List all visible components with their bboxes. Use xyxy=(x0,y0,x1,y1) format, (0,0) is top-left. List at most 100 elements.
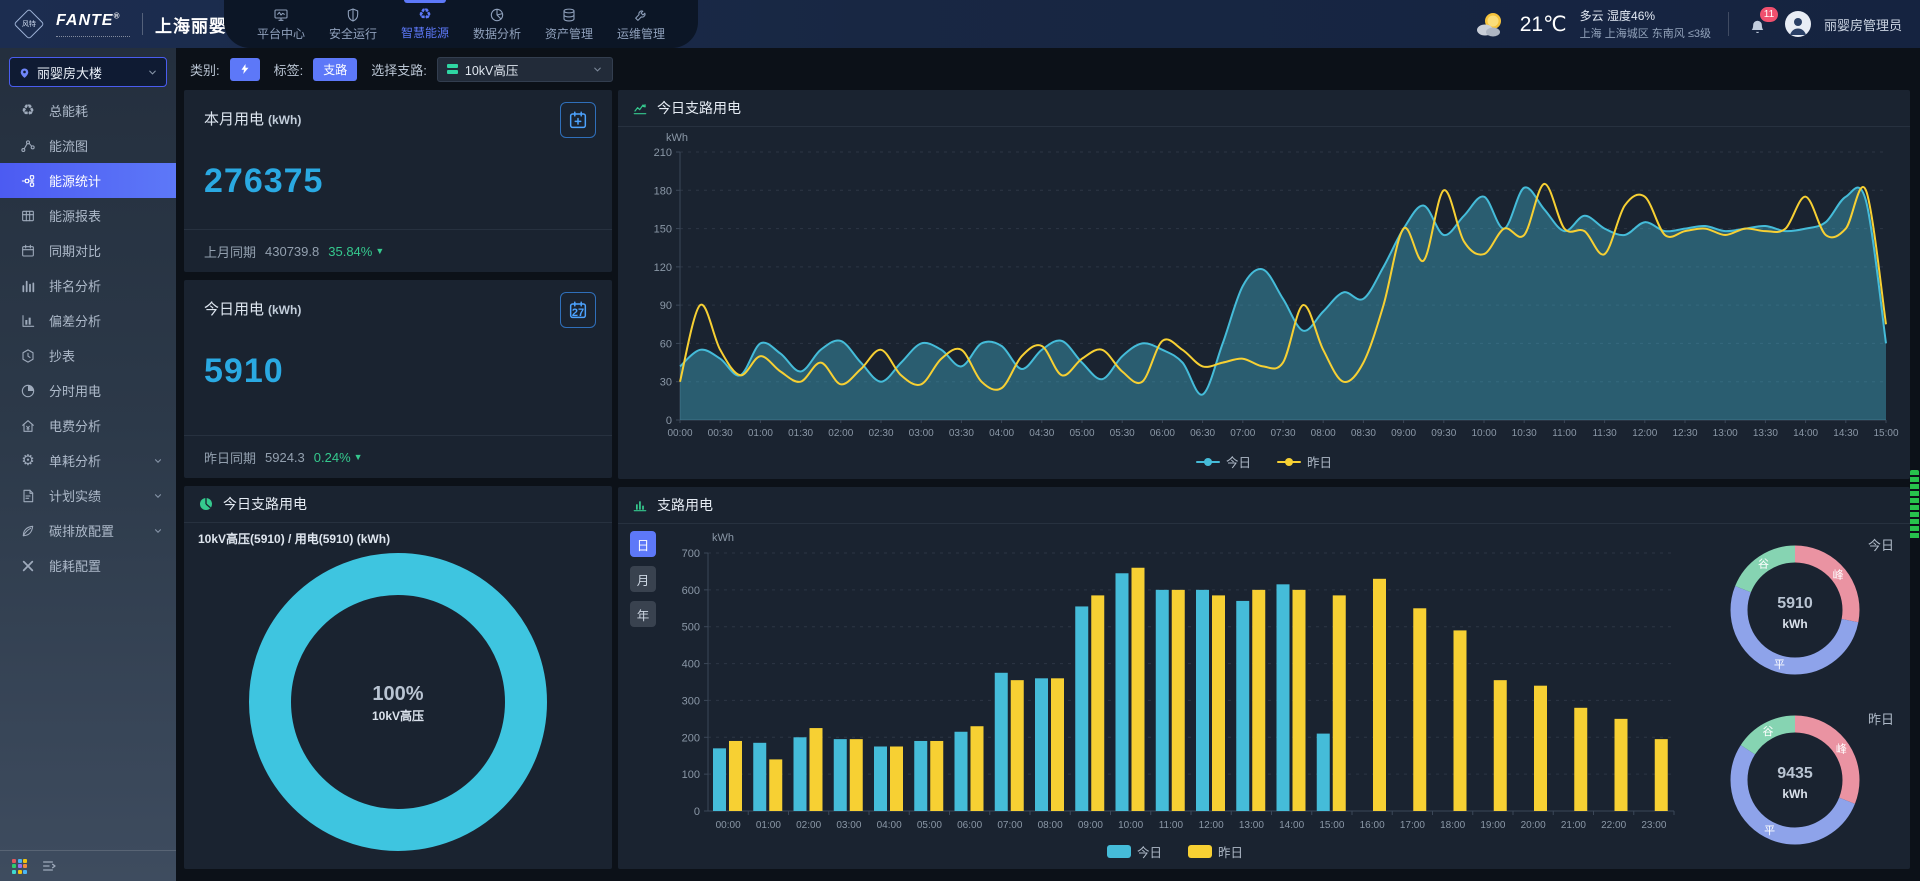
svg-text:700: 700 xyxy=(682,548,700,560)
deviation-icon xyxy=(20,313,36,329)
tag-label: 标签: xyxy=(274,60,304,79)
site-selector-value: 丽婴房大楼 xyxy=(37,63,102,82)
nav-item-label: 智慧能源 xyxy=(401,24,449,41)
apps-grid-icon[interactable] xyxy=(12,859,27,874)
period-toggle-年[interactable]: 年 xyxy=(630,601,656,627)
svg-text:05:30: 05:30 xyxy=(1110,428,1135,439)
svg-text:09:00: 09:00 xyxy=(1391,428,1416,439)
svg-text:400: 400 xyxy=(682,659,700,671)
sidebar-item-分时用电[interactable]: 分时用电 xyxy=(0,373,176,408)
location-pin-icon xyxy=(18,66,31,79)
sidebar-item-能源报表[interactable]: 能源报表 xyxy=(0,198,176,233)
svg-text:10kV高压: 10kV高压 xyxy=(372,708,424,723)
sidebar-item-能耗配置[interactable]: 能耗配置 xyxy=(0,548,176,583)
svg-text:11:00: 11:00 xyxy=(1159,820,1184,831)
legend-item-昨日[interactable]: 昨日 xyxy=(1277,452,1332,471)
tou-donut-yesterday: 峰平谷9435kWh xyxy=(1720,705,1870,860)
weather-icon xyxy=(1473,9,1507,39)
ranking-icon xyxy=(20,278,36,294)
collapse-menu-icon[interactable] xyxy=(41,858,57,874)
svg-text:谷: 谷 xyxy=(1758,558,1769,571)
today-branch-line-card: 今日支路用电 kWh030609012015018021000:0000:300… xyxy=(618,90,1910,479)
svg-text:30: 30 xyxy=(660,377,672,389)
period-toggle-月[interactable]: 月 xyxy=(630,566,656,592)
nav-item-资产管理[interactable]: 资产管理 xyxy=(538,0,600,48)
primary-nav: 平台中心安全运行♻智慧能源数据分析资产管理运维管理 xyxy=(224,0,698,48)
down-arrow-icon: ▼ xyxy=(354,452,363,462)
svg-text:200: 200 xyxy=(682,732,700,744)
svg-text:峰: 峰 xyxy=(1836,743,1847,756)
sidebar-item-label: 排名分析 xyxy=(49,276,101,295)
svg-text:03:30: 03:30 xyxy=(949,428,974,439)
svg-text:150: 150 xyxy=(654,224,672,236)
nav-item-安全运行[interactable]: 安全运行 xyxy=(322,0,384,48)
nav-item-label: 资产管理 xyxy=(545,25,593,42)
user-name[interactable]: 丽婴房管理员 xyxy=(1824,15,1902,34)
sidebar-item-碳排放配置[interactable]: 碳排放配置 xyxy=(0,513,176,548)
sidebar-item-同期对比[interactable]: 同期对比 xyxy=(0,233,176,268)
today-usage-title: 今日用电(kWh) xyxy=(204,298,301,319)
svg-text:5910: 5910 xyxy=(1777,595,1813,612)
svg-text:04:30: 04:30 xyxy=(1029,428,1054,439)
filter-bar: 类别: 标签: 支路 选择支路: 10kV高压 xyxy=(186,56,613,82)
leaf-icon xyxy=(20,523,36,539)
site-selector[interactable]: 丽婴房大楼 xyxy=(9,57,167,87)
sidebar-item-偏差分析[interactable]: 偏差分析 xyxy=(0,303,176,338)
svg-text:04:00: 04:00 xyxy=(877,820,902,831)
svg-text:500: 500 xyxy=(682,622,700,634)
bar-chart-icon xyxy=(632,497,648,513)
branch-bar-card: 支路用电 日月年 kWh010020030040050060070000:000… xyxy=(618,487,1910,869)
branch-tag-button[interactable]: 支路 xyxy=(313,58,357,81)
weather-condition: 多云 湿度46% xyxy=(1580,7,1711,24)
sidebar-item-排名分析[interactable]: 排名分析 xyxy=(0,268,176,303)
sidebar-item-label: 计划实绩 xyxy=(49,486,101,505)
legend-item-今日[interactable]: 今日 xyxy=(1196,452,1251,471)
month-compare-value: 430739.8 xyxy=(265,244,319,259)
legend-item-今日[interactable]: 今日 xyxy=(1107,842,1162,861)
svg-text:平: 平 xyxy=(1764,825,1775,837)
svg-text:12:00: 12:00 xyxy=(1632,428,1657,439)
today-calendar-button[interactable]: 27 xyxy=(560,292,596,328)
svg-text:10:30: 10:30 xyxy=(1512,428,1537,439)
scrollbar-thumb[interactable] xyxy=(1910,470,1919,540)
tou-today-label: 今日 xyxy=(1868,535,1894,554)
notifications-button[interactable]: 11 xyxy=(1746,9,1772,39)
legend-marker xyxy=(1196,458,1220,466)
nav-item-智慧能源[interactable]: ♻智慧能源 xyxy=(394,0,456,48)
branch-select[interactable]: 10kV高压 xyxy=(437,57,613,82)
sidebar-item-总能耗[interactable]: ♻总能耗 xyxy=(0,93,176,128)
sidebar-item-能源统计[interactable]: 能源统计 xyxy=(0,163,176,198)
sidebar-item-label: 偏差分析 xyxy=(49,311,101,330)
svg-text:17:00: 17:00 xyxy=(1400,820,1425,831)
line-card-title: 今日支路用电 xyxy=(657,98,741,118)
svg-text:04:00: 04:00 xyxy=(989,428,1014,439)
line-card-header: 今日支路用电 xyxy=(618,90,1910,127)
sidebar-item-计划实绩[interactable]: 计划实绩 xyxy=(0,478,176,513)
month-usage-title: 本月用电(kWh) xyxy=(204,108,301,129)
sidebar-item-抄表[interactable]: 抄表 xyxy=(0,338,176,373)
sidebar-item-单耗分析[interactable]: ⚙单耗分析 xyxy=(0,443,176,478)
svg-text:23:00: 23:00 xyxy=(1641,820,1666,831)
legend-item-昨日[interactable]: 昨日 xyxy=(1188,842,1243,861)
month-compare: 上月同期 430739.8 35.84%▼ xyxy=(184,229,612,272)
period-toggle-日[interactable]: 日 xyxy=(630,531,656,557)
nav-item-数据分析[interactable]: 数据分析 xyxy=(466,0,528,48)
nav-item-平台中心[interactable]: 平台中心 xyxy=(250,0,312,48)
today-compare-label: 昨日同期 xyxy=(204,448,256,467)
nav-item-运维管理[interactable]: 运维管理 xyxy=(610,0,672,48)
bar-card-title: 支路用电 xyxy=(657,495,713,515)
sidebar-item-label: 碳排放配置 xyxy=(49,521,114,540)
monitor-icon xyxy=(273,7,289,23)
svg-text:14:00: 14:00 xyxy=(1793,428,1818,439)
sidebar-item-电费分析[interactable]: 电费分析 xyxy=(0,408,176,443)
person-icon xyxy=(1786,13,1810,37)
sidebar-item-能流图[interactable]: 能流图 xyxy=(0,128,176,163)
month-calendar-button[interactable] xyxy=(560,102,596,138)
electricity-category-button[interactable] xyxy=(230,58,260,81)
lightning-icon xyxy=(239,63,251,75)
avatar[interactable] xyxy=(1785,11,1811,37)
svg-text:600: 600 xyxy=(682,585,700,597)
notification-badge: 11 xyxy=(1760,7,1778,22)
branch-share-subtitle: 10kV高压(5910) / 用电(5910) (kWh) xyxy=(198,530,390,547)
brand-name: FANTE® xyxy=(56,12,120,29)
